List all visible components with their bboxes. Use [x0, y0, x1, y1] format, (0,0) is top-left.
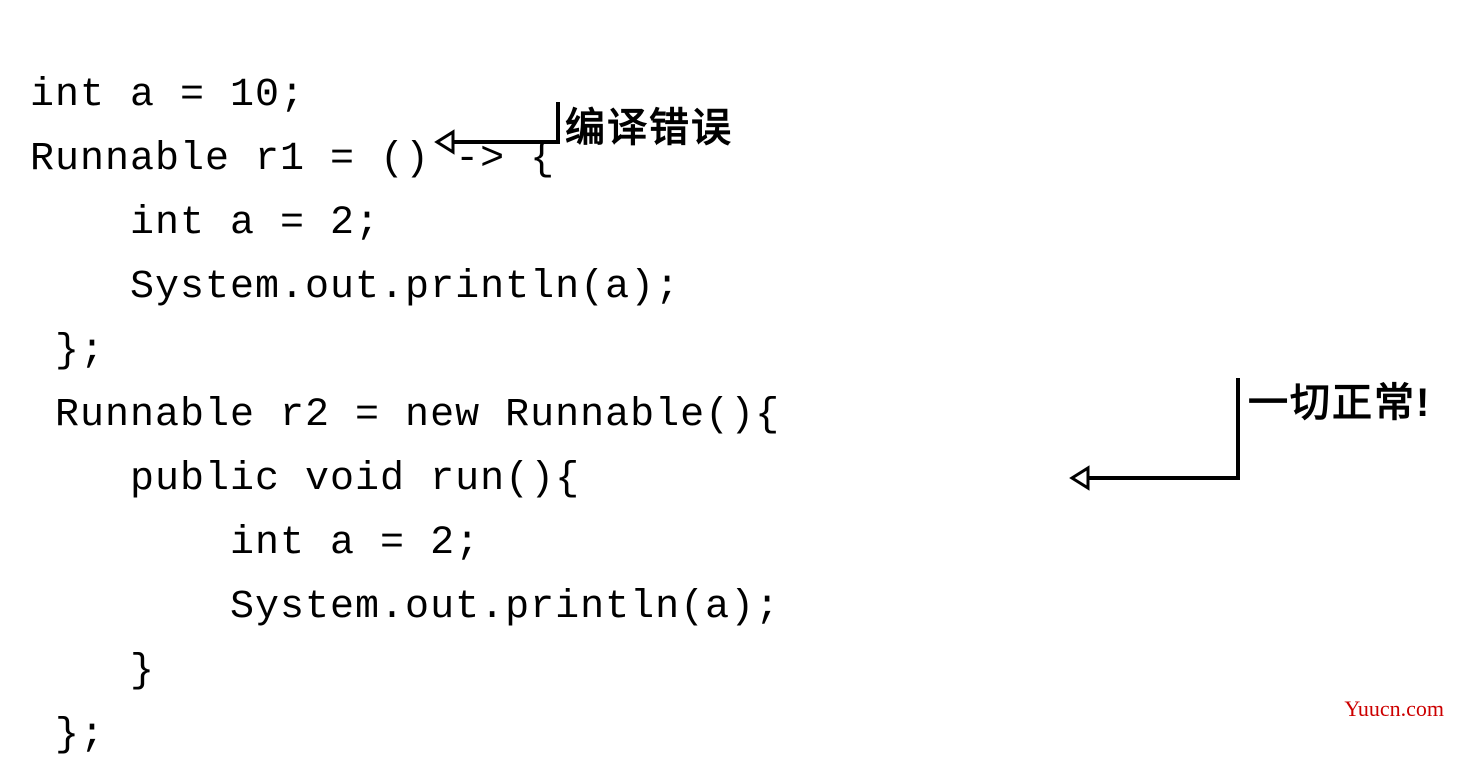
arrow-compile-error-icon — [433, 99, 565, 162]
arrow-all-ok-icon — [1068, 375, 1246, 498]
code-line-8: int a = 2; — [30, 521, 480, 566]
code-line-7: public void run(){ — [30, 457, 580, 502]
code-line-9: System.out.println(a); — [30, 585, 780, 630]
code-line-4: System.out.println(a); — [30, 265, 680, 310]
annotation-all-ok: 一切正常! — [1248, 370, 1431, 428]
annotation-compile-error: 编译错误 — [565, 95, 733, 153]
code-line-1: int a = 10; — [30, 73, 305, 118]
code-line-10: } — [30, 649, 155, 694]
code-line-11: }; — [30, 713, 105, 758]
watermark: Yuucn.com — [1344, 696, 1444, 722]
code-line-5: }; — [30, 329, 105, 374]
code-line-6: Runnable r2 = new Runnable(){ — [30, 393, 780, 438]
code-line-3: int a = 2; — [30, 201, 380, 246]
